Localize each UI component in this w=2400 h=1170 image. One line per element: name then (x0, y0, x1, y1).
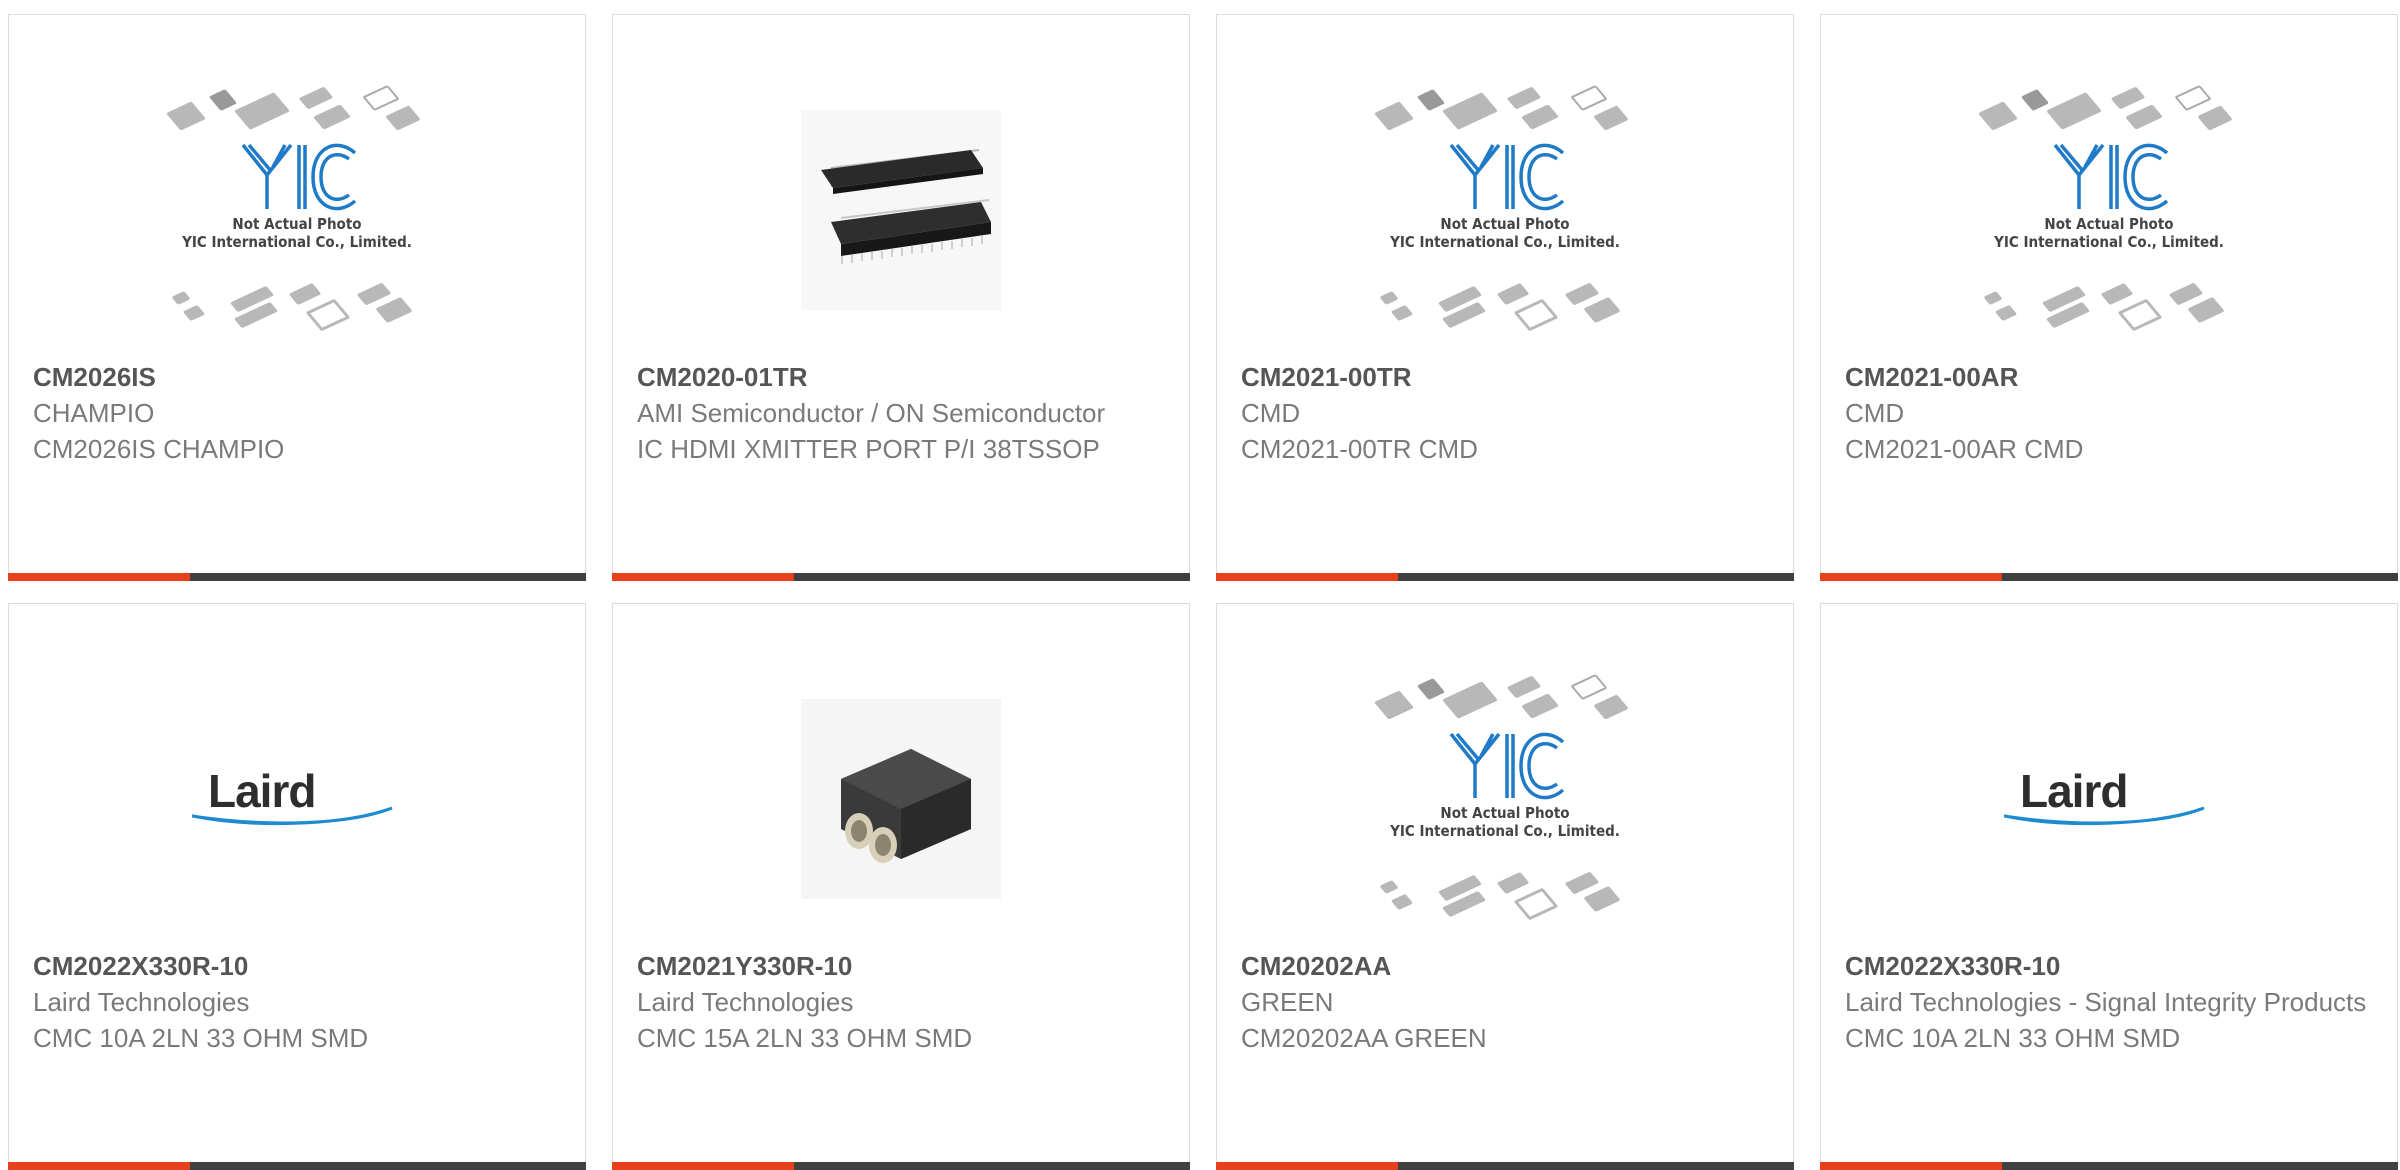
not-actual-photo-note: Not Actual Photo YIC International Co., L… (1390, 804, 1620, 840)
chip-icons-top (1974, 84, 2244, 135)
product-image[interactable]: Laird (9, 654, 585, 944)
not-actual-photo-placeholder: Not Actual Photo YIC International Co., L… (1974, 84, 2244, 335)
product-card[interactable]: CM2020-01TR AMI Semiconductor / ON Semic… (612, 14, 1190, 581)
description: CMC 10A 2LN 33 OHM SMD (1845, 1023, 2181, 1053)
inductor-photo (801, 699, 1001, 899)
chip-icons-bottom (1370, 282, 1640, 333)
card-bottom-bar (1820, 1162, 2398, 1170)
not-actual-photo-note: Not Actual Photo YIC International Co., L… (1994, 215, 2224, 251)
part-number[interactable]: CM2021-00AR (1845, 359, 2373, 395)
part-number[interactable]: CM20202AA (1241, 948, 1769, 984)
product-image[interactable]: Not Actual Photo YIC International Co., L… (1217, 65, 1793, 355)
chip-icons-bottom (1370, 871, 1640, 922)
product-info: CM2021-00TR CMD CM2021-00TR CMD (1241, 359, 1769, 467)
part-number[interactable]: CM2026IS (33, 359, 561, 395)
product-info: CM20202AA GREEN CM20202AA GREEN (1241, 948, 1769, 1056)
card-bottom-bar (612, 573, 1190, 581)
part-number[interactable]: CM2021Y330R-10 (637, 948, 1165, 984)
yic-logo-icon (241, 143, 357, 211)
yic-logo-icon (1449, 143, 1565, 211)
ic-tssop-photo (801, 110, 1001, 310)
product-card[interactable]: Not Actual Photo YIC International Co., L… (8, 14, 586, 581)
not-actual-photo-note: Not Actual Photo YIC International Co., L… (1390, 215, 1620, 251)
description: CMC 15A 2LN 33 OHM SMD (637, 1023, 973, 1053)
manufacturer: Laird Technologies - Signal Integrity Pr… (1845, 987, 2367, 1017)
description: CM2026IS CHAMPIO (33, 434, 285, 464)
card-bottom-bar (1216, 573, 1794, 581)
part-number[interactable]: CM2022X330R-10 (33, 948, 561, 984)
product-image[interactable]: Not Actual Photo YIC International Co., L… (9, 65, 585, 355)
card-bottom-bar (8, 1162, 586, 1170)
manufacturer: Laird Technologies (637, 987, 854, 1017)
product-image[interactable]: Not Actual Photo YIC International Co., L… (1821, 65, 2397, 355)
manufacturer: CMD (1845, 398, 1905, 428)
chip-icons-bottom (1974, 282, 2244, 333)
product-grid: Not Actual Photo YIC International Co., L… (0, 0, 2400, 1170)
product-image[interactable] (613, 654, 1189, 944)
product-card[interactable]: CM2021Y330R-10 Laird Technologies CMC 15… (612, 603, 1190, 1170)
laird-logo: Laird (192, 764, 402, 834)
manufacturer: CHAMPIO (33, 398, 155, 428)
product-card[interactable]: Not Actual Photo YIC International Co., L… (1216, 603, 1794, 1170)
description: CM2021-00AR CMD (1845, 434, 2084, 464)
card-bottom-bar (1216, 1162, 1794, 1170)
yic-logo-icon (2053, 143, 2169, 211)
product-info: CM2022X330R-10 Laird Technologies - Sign… (1845, 948, 2373, 1056)
laird-logo: Laird (2004, 764, 2214, 834)
product-info: CM2021-00AR CMD CM2021-00AR CMD (1845, 359, 2373, 467)
product-image[interactable]: Not Actual Photo YIC International Co., L… (1217, 654, 1793, 944)
product-card[interactable]: Laird CM2022X330R-10 Laird Technologies … (8, 603, 586, 1170)
product-info: CM2021Y330R-10 Laird Technologies CMC 15… (637, 948, 1165, 1056)
chip-icons-top (1370, 84, 1640, 135)
product-image[interactable]: Laird (1821, 654, 2397, 944)
not-actual-photo-placeholder: Not Actual Photo YIC International Co., L… (1370, 84, 1640, 335)
manufacturer: GREEN (1241, 987, 1334, 1017)
product-info: CM2020-01TR AMI Semiconductor / ON Semic… (637, 359, 1165, 467)
part-number[interactable]: CM2022X330R-10 (1845, 948, 2373, 984)
laird-swoosh-icon (192, 806, 393, 826)
not-actual-photo-placeholder: Not Actual Photo YIC International Co., L… (162, 84, 432, 335)
description: IC HDMI XMITTER PORT P/I 38TSSOP (637, 434, 1100, 464)
chip-icons-top (162, 84, 432, 135)
part-number[interactable]: CM2021-00TR (1241, 359, 1769, 395)
yic-logo-icon (1449, 732, 1565, 800)
description: CMC 10A 2LN 33 OHM SMD (33, 1023, 369, 1053)
product-info: CM2022X330R-10 Laird Technologies CMC 10… (33, 948, 561, 1056)
card-bottom-bar (8, 573, 586, 581)
description: CM20202AA GREEN (1241, 1023, 1487, 1053)
manufacturer: AMI Semiconductor / ON Semiconductor (637, 398, 1106, 428)
chip-icons-bottom (162, 282, 432, 333)
manufacturer: CMD (1241, 398, 1301, 428)
product-card[interactable]: Laird CM2022X330R-10 Laird Technologies … (1820, 603, 2398, 1170)
description: CM2021-00TR CMD (1241, 434, 1478, 464)
product-image[interactable] (613, 65, 1189, 355)
card-bottom-bar (612, 1162, 1190, 1170)
not-actual-photo-placeholder: Not Actual Photo YIC International Co., L… (1370, 673, 1640, 924)
product-card[interactable]: Not Actual Photo YIC International Co., L… (1216, 14, 1794, 581)
card-bottom-bar (1820, 573, 2398, 581)
product-card[interactable]: Not Actual Photo YIC International Co., L… (1820, 14, 2398, 581)
chip-icons-top (1370, 673, 1640, 724)
manufacturer: Laird Technologies (33, 987, 250, 1017)
part-number[interactable]: CM2020-01TR (637, 359, 1165, 395)
not-actual-photo-note: Not Actual Photo YIC International Co., L… (182, 215, 412, 251)
laird-swoosh-icon (2004, 806, 2205, 826)
product-info: CM2026IS CHAMPIO CM2026IS CHAMPIO (33, 359, 561, 467)
